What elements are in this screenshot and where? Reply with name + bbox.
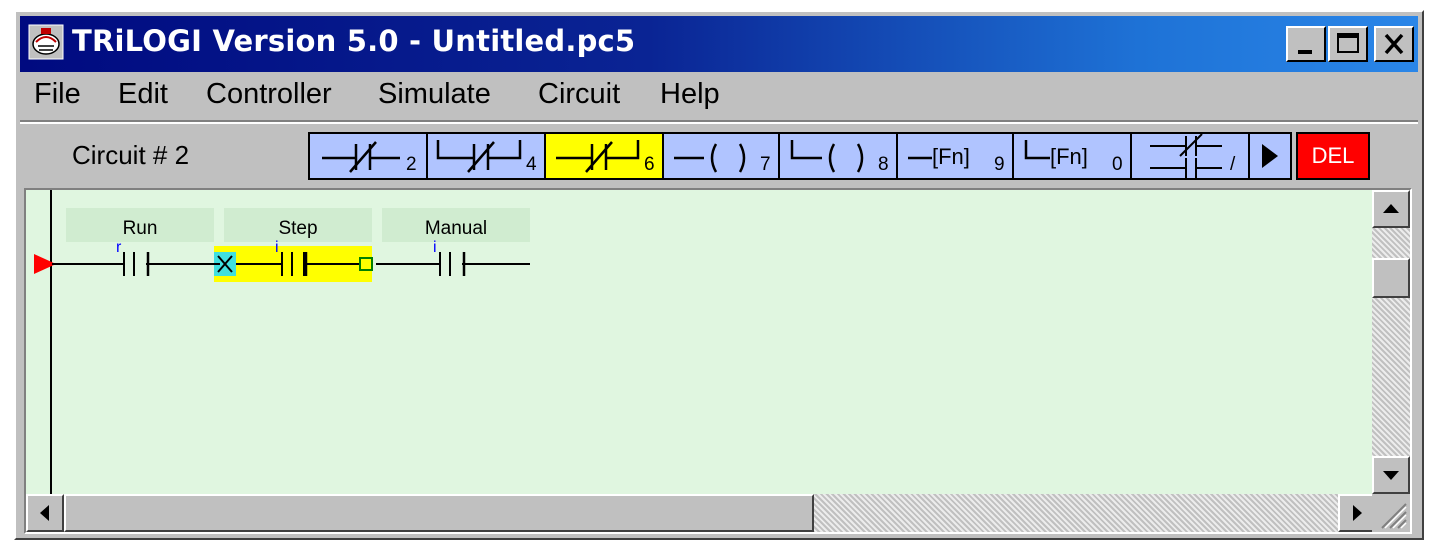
title-bar[interactable]: TRiLOGI Version 5.0 - Untitled.pc5 xyxy=(20,16,1418,72)
ladder-toolbar: Circuit # 2 2 4 6 7 8 [Fn] 9 [Fn] 0 / DE… xyxy=(20,128,1418,184)
hotkey-label: 6 xyxy=(644,154,655,175)
play-icon xyxy=(1262,144,1278,168)
scroll-up-button[interactable] xyxy=(1372,190,1410,228)
delete-button[interactable]: DEL xyxy=(1296,132,1370,180)
output-coil-button[interactable]: 7 xyxy=(662,132,780,180)
hotkey-label: 0 xyxy=(1112,154,1123,175)
menu-separator xyxy=(20,120,1418,124)
vertical-scroll-thumb[interactable] xyxy=(1372,258,1410,298)
ladder-rung: r i i xyxy=(34,239,530,282)
scroll-down-button[interactable] xyxy=(1372,456,1410,494)
contact-mark: r xyxy=(116,239,122,256)
maximize-icon xyxy=(1337,33,1359,53)
parallel-function-block-button[interactable]: [Fn] 0 xyxy=(1012,132,1132,180)
fn-label: [Fn] xyxy=(932,144,970,169)
minimize-button[interactable] xyxy=(1286,26,1326,62)
menu-controller[interactable]: Controller xyxy=(206,78,332,111)
hotkey-label: 4 xyxy=(526,154,537,175)
parallel-nc-contact-button[interactable]: 4 xyxy=(426,132,546,180)
arrow-right-icon xyxy=(1353,505,1362,521)
hotkey-label: / xyxy=(1230,154,1236,175)
arrow-down-icon xyxy=(1383,471,1399,480)
hotkey-label: 7 xyxy=(760,154,771,175)
function-block-button[interactable]: [Fn] 9 xyxy=(896,132,1014,180)
ladder-canvas[interactable]: Run Step Manual r i i xyxy=(26,190,1376,494)
trilogi-window: TRiLOGI Version 5.0 - Untitled.pc5 File … xyxy=(14,10,1424,540)
menu-help[interactable]: Help xyxy=(660,78,720,111)
hotkey-label: 2 xyxy=(406,154,417,175)
ladder-editor: Run Step Manual r i i xyxy=(24,188,1412,534)
maximize-button[interactable] xyxy=(1328,26,1368,62)
run-button[interactable] xyxy=(1248,132,1292,180)
arrow-up-icon xyxy=(1383,204,1399,213)
hotkey-label: 8 xyxy=(878,154,889,175)
menu-file[interactable]: File xyxy=(34,78,81,111)
menu-bar: File Edit Controller Simulate Circuit He… xyxy=(20,74,1418,120)
resize-grip[interactable] xyxy=(1372,494,1410,532)
menu-edit[interactable]: Edit xyxy=(118,78,168,111)
arrow-left-icon xyxy=(40,505,49,521)
close-icon xyxy=(1384,33,1404,55)
parallel-output-coil-button[interactable]: 8 xyxy=(778,132,898,180)
horizontal-scroll-thumb[interactable] xyxy=(64,494,814,532)
delete-icon: DEL xyxy=(1311,143,1355,168)
contact-mark: i xyxy=(433,239,437,256)
scroll-right-button[interactable] xyxy=(1338,494,1376,532)
close-button[interactable] xyxy=(1374,26,1414,62)
contact-mark: i xyxy=(275,239,279,256)
menu-simulate[interactable]: Simulate xyxy=(378,78,491,111)
scroll-left-button[interactable] xyxy=(26,494,64,532)
minimize-icon xyxy=(1298,50,1312,54)
hotkey-label: 9 xyxy=(994,154,1005,175)
series-nc-contact-button[interactable]: 2 xyxy=(308,132,428,180)
fn-label: [Fn] xyxy=(1050,144,1088,169)
window-title: TRiLOGI Version 5.0 - Untitled.pc5 xyxy=(72,24,636,58)
nc-contact-branch-button[interactable]: 6 xyxy=(544,132,664,180)
trilogi-app-icon xyxy=(28,24,64,60)
vertical-scrollbar[interactable] xyxy=(1372,190,1410,494)
horizontal-scrollbar[interactable] xyxy=(26,494,1376,532)
menu-circuit[interactable]: Circuit xyxy=(538,78,620,111)
invert-contact-button[interactable]: / xyxy=(1130,132,1250,180)
circuit-number-label: Circuit # 2 xyxy=(72,140,190,170)
resize-grip-icon xyxy=(1381,503,1407,529)
